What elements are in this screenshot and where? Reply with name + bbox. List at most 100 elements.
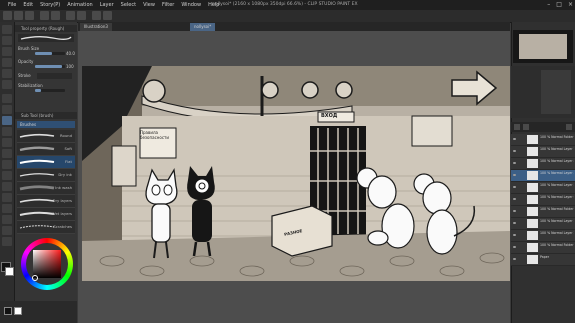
stroke-selector[interactable] [37, 73, 72, 79]
undo-icon[interactable] [40, 11, 49, 20]
clear-icon[interactable] [66, 11, 75, 20]
layer-row[interactable]: 100 % Normal Layer 4 [511, 170, 575, 182]
saturation-value-square[interactable] [33, 250, 61, 278]
color-swatch[interactable] [4, 307, 12, 315]
zoom-tool-icon[interactable] [2, 25, 12, 34]
gradient-tool-icon[interactable] [2, 182, 12, 191]
layer-thumbnail [527, 207, 538, 216]
pen-tool-icon[interactable] [2, 94, 12, 103]
brush-group-tab[interactable]: Brushes [17, 121, 75, 128]
brush-item[interactable]: Ink wash [17, 182, 75, 195]
new-folder-icon[interactable] [523, 124, 529, 130]
tab-active-document[interactable]: nollysoi* [190, 23, 216, 31]
brush-tool-icon[interactable] [2, 116, 12, 125]
brush-item[interactable]: Soft [17, 143, 75, 156]
opacity-fill [35, 65, 62, 68]
open-file-icon[interactable] [14, 11, 23, 20]
selection-tool-icon[interactable] [2, 69, 12, 78]
new-file-icon[interactable] [3, 11, 12, 20]
fill-tool-icon[interactable] [2, 171, 12, 180]
text-tool-icon[interactable] [2, 226, 12, 235]
trash-icon[interactable] [566, 124, 572, 130]
brush-item[interactable]: Dry layers [17, 195, 75, 208]
fuse-box [111, 145, 137, 187]
eye-icon[interactable] [513, 186, 516, 188]
operation-tool-icon[interactable] [2, 47, 12, 56]
brush-label: Soft [64, 146, 73, 151]
layer-thumbnail [527, 159, 538, 168]
opacity-slider[interactable] [35, 65, 65, 68]
eye-icon[interactable] [513, 174, 516, 176]
eye-icon[interactable] [513, 138, 516, 140]
menu-layer[interactable]: Layer [100, 2, 114, 8]
menu-window[interactable]: Window [181, 2, 201, 8]
eye-icon[interactable] [513, 246, 516, 248]
layer-row[interactable]: 100 % Normal Layer 7 [511, 146, 575, 158]
airbrush-tool-icon[interactable] [2, 127, 12, 136]
move-layer-icon[interactable] [2, 58, 12, 67]
blend-tool-icon[interactable] [2, 160, 12, 169]
artwork-canvas[interactable]: Правила безопасности ВХОД РАЗНОЕ [82, 66, 510, 281]
color-picker-cursor[interactable] [32, 275, 38, 281]
eye-icon[interactable] [513, 258, 516, 260]
menu-animation[interactable]: Animation [67, 2, 93, 8]
layer-row[interactable]: 100 % Normal Folder 1 [511, 134, 575, 146]
move-tool-icon[interactable] [2, 36, 12, 45]
eyedropper-icon[interactable] [2, 80, 12, 89]
eraser-tool-icon[interactable] [2, 149, 12, 158]
navigator-preview[interactable] [513, 30, 573, 63]
layer-row[interactable]: 100 % Normal Folder 2 [511, 206, 575, 218]
close-icon[interactable]: × [568, 1, 573, 8]
layer-thumbnail [527, 183, 538, 192]
color-swatch[interactable] [14, 307, 22, 315]
layer-row[interactable]: Paper [511, 254, 575, 266]
menu-select[interactable]: Select [121, 2, 136, 8]
ruler-tool-icon[interactable] [2, 215, 12, 224]
menu-story[interactable]: Story(P) [40, 2, 60, 8]
eye-icon[interactable] [513, 150, 516, 152]
eye-icon[interactable] [513, 162, 516, 164]
ceiling-symbol [261, 81, 279, 99]
stabilization-slider[interactable] [35, 89, 65, 92]
tab-illustration3[interactable]: Illustration3 [80, 23, 112, 31]
brush-size-slider[interactable] [35, 52, 65, 55]
brush-item[interactable]: Scratches [17, 221, 75, 234]
snap-icon[interactable] [92, 11, 101, 20]
balloon-tool-icon[interactable] [2, 237, 12, 246]
color-history-grid[interactable] [541, 70, 571, 114]
decoration-tool-icon[interactable] [2, 138, 12, 147]
menu-edit[interactable]: Edit [23, 2, 33, 8]
brush-item-selected[interactable]: Flat [17, 156, 75, 169]
layer-row[interactable]: 100 % Normal Layer 2 [511, 230, 575, 242]
layer-row[interactable]: 100 % Normal Layer 5 [511, 182, 575, 194]
frame-tool-icon[interactable] [2, 204, 12, 213]
layer-row[interactable]: 100 % Normal Folder 1 [511, 242, 575, 254]
save-icon[interactable] [25, 11, 34, 20]
layer-row[interactable]: 100 % Normal Layer 6 [511, 194, 575, 206]
menu-file[interactable]: File [8, 2, 16, 8]
layer-label: 100 % Normal Folder 1 [540, 243, 574, 247]
ceiling-symbol [142, 79, 166, 103]
brush-item[interactable]: Wet layers [17, 208, 75, 221]
maximize-icon[interactable]: □ [556, 1, 562, 8]
eye-icon[interactable] [513, 210, 516, 212]
ruler-icon[interactable] [103, 11, 112, 20]
minimize-icon[interactable]: – [547, 1, 550, 8]
figure-tool-icon[interactable] [2, 193, 12, 202]
layer-row[interactable]: 100 % Normal Layer 8 [511, 158, 575, 170]
redo-icon[interactable] [51, 11, 60, 20]
brush-item[interactable]: Round [17, 130, 75, 143]
brush-item[interactable]: Dry ink [17, 169, 75, 182]
layer-row[interactable]: 100 % Normal Layer 3 [511, 218, 575, 230]
eye-icon[interactable] [513, 222, 516, 224]
new-layer-icon[interactable] [514, 124, 520, 130]
transform-icon[interactable] [77, 11, 86, 20]
color-bottom-bar [0, 301, 77, 323]
menu-view[interactable]: View [143, 2, 155, 8]
sub-tool-header: Sub Tool (brush) [15, 112, 77, 119]
sub-color-swatch[interactable] [5, 267, 14, 276]
pencil-tool-icon[interactable] [2, 105, 12, 114]
eye-icon[interactable] [513, 234, 516, 236]
eye-icon[interactable] [513, 198, 516, 200]
menu-filter[interactable]: Filter [162, 2, 174, 8]
